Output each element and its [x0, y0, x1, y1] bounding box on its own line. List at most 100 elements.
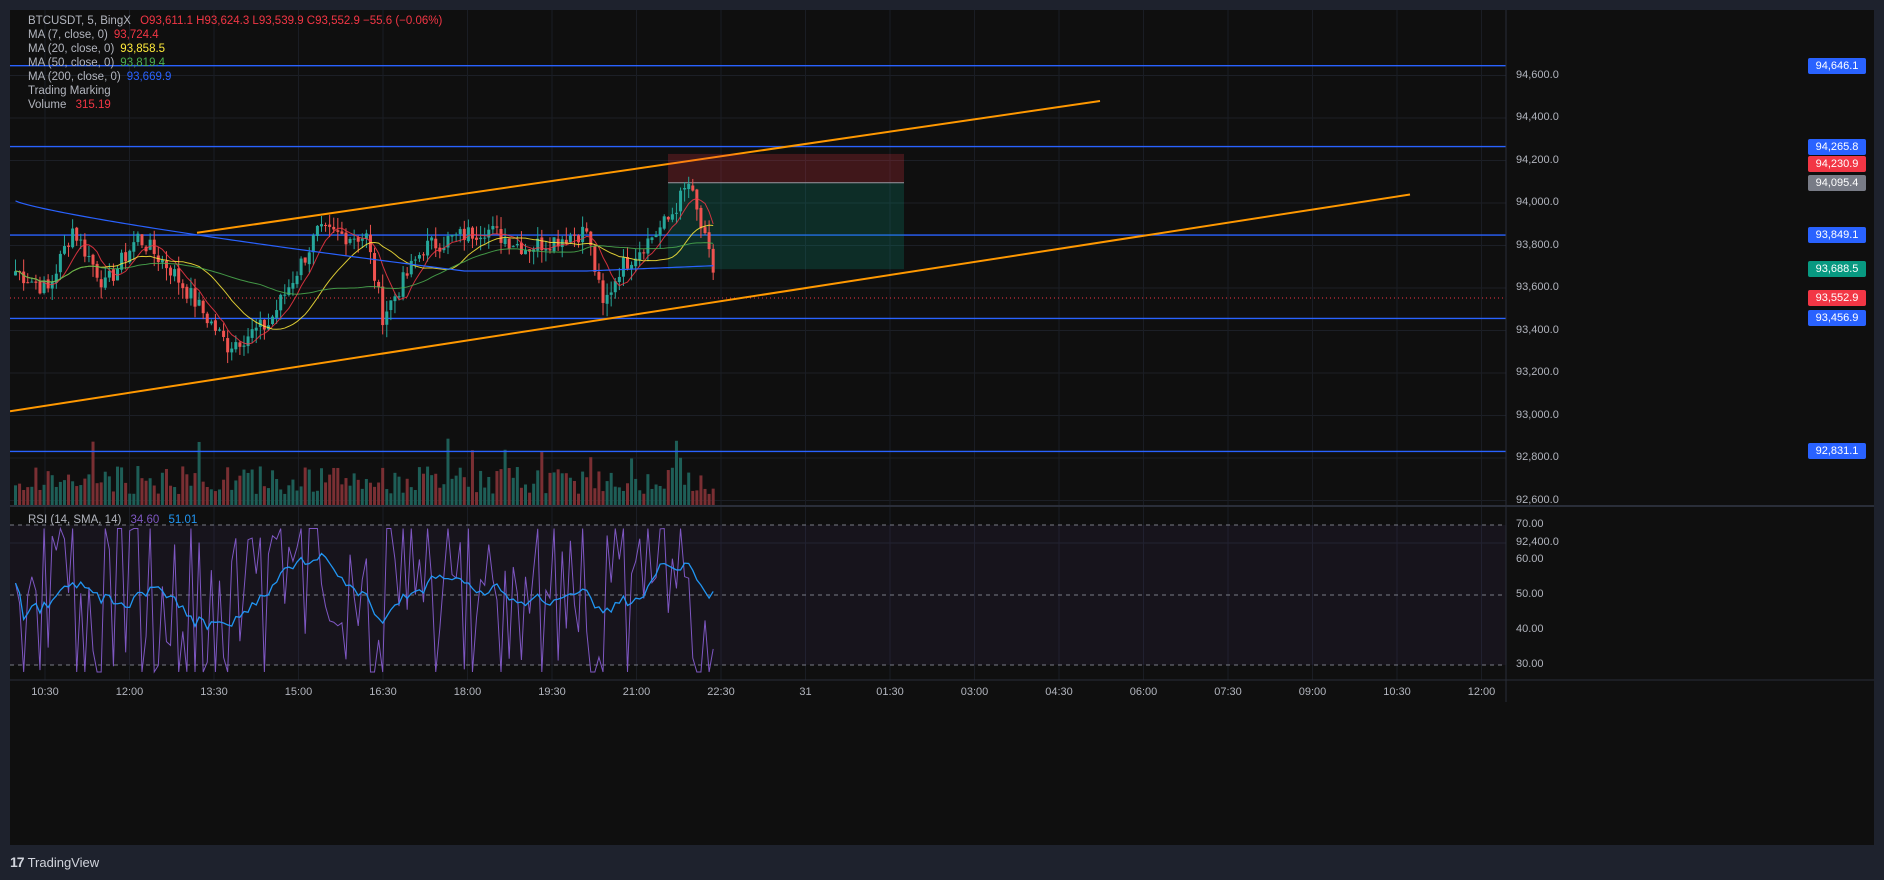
- candle-body: [458, 229, 462, 235]
- symbol-label[interactable]: BTCUSDT, 5, BingX: [28, 15, 131, 27]
- time-tick-label: 09:00: [1298, 686, 1327, 698]
- ma-legend-row[interactable]: MA (20, close, 0) 93,858.5: [28, 42, 165, 57]
- volume-legend[interactable]: Volume 315.19: [28, 98, 111, 113]
- candle-body: [422, 254, 425, 256]
- ma-label: MA (200, close, 0): [28, 71, 121, 83]
- time-tick-label: 06:00: [1129, 686, 1158, 698]
- volume-bar: [499, 469, 503, 506]
- candle-body: [711, 248, 715, 273]
- candle-body: [275, 310, 279, 318]
- ma-legend-row[interactable]: MA (200, close, 0) 93,669.9: [28, 70, 171, 85]
- candle-body: [164, 261, 168, 269]
- candle-body: [401, 272, 405, 297]
- candle-body: [385, 311, 389, 325]
- price-badge[interactable]: 94,265.8: [1808, 138, 1866, 155]
- volume-bar: [430, 475, 434, 506]
- price-tick-label: 94,400.0: [1516, 111, 1559, 123]
- volume-bar: [22, 489, 26, 506]
- volume-bar: [401, 492, 405, 506]
- volume-bar: [666, 470, 670, 506]
- tradingview-logo[interactable]: 17 TradingView: [10, 854, 99, 870]
- volume-bar: [385, 489, 389, 506]
- volume-bar: [156, 493, 160, 506]
- candle-body: [234, 342, 238, 350]
- volume-bar: [552, 472, 556, 506]
- volume-bar: [511, 477, 515, 506]
- volume-bar: [479, 470, 483, 506]
- volume-bar: [368, 482, 372, 506]
- candle-body: [295, 275, 299, 285]
- trading-marking-label[interactable]: Trading Marking: [28, 84, 111, 99]
- volume-bar: [536, 470, 540, 506]
- candle-body: [111, 269, 115, 281]
- candle-body: [507, 238, 511, 249]
- symbol-legend[interactable]: BTCUSDT, 5, BingX O93,611.1 H93,624.3 L9…: [28, 14, 442, 29]
- volume-bar: [544, 493, 548, 506]
- candle-body: [430, 237, 434, 241]
- candle-body: [26, 282, 30, 284]
- candle-body: [360, 238, 364, 241]
- price-badge[interactable]: 93,456.9: [1808, 310, 1866, 327]
- candle-body: [71, 228, 75, 248]
- candle-body: [483, 237, 487, 239]
- volume-bar: [348, 485, 352, 506]
- candle-body: [597, 272, 601, 280]
- candle-body: [262, 319, 266, 330]
- price-badge[interactable]: 94,646.1: [1808, 57, 1866, 74]
- candle-body: [666, 216, 670, 220]
- candle-body: [605, 294, 609, 304]
- candle-body: [58, 253, 62, 273]
- candle-body: [22, 271, 26, 284]
- volume-bar: [254, 493, 258, 506]
- candle-body: [413, 259, 417, 261]
- candle-body: [140, 234, 144, 246]
- price-badge[interactable]: 93,849.1: [1808, 227, 1866, 244]
- volume-bar: [413, 490, 417, 506]
- price-badge[interactable]: 92,831.1: [1808, 443, 1866, 460]
- volume-bar: [670, 467, 674, 506]
- time-tick-label: 07:30: [1214, 686, 1242, 698]
- candle-body: [152, 239, 156, 254]
- candle-body: [475, 237, 479, 240]
- ma-legend-row[interactable]: MA (50, close, 0) 93,819.4: [28, 56, 165, 71]
- candle-body: [670, 214, 674, 220]
- volume-bar: [279, 489, 283, 506]
- ma-value: 93,858.5: [120, 43, 166, 55]
- candle-body: [552, 237, 556, 252]
- candle-body: [75, 227, 79, 241]
- price-badge[interactable]: 94,230.9: [1808, 155, 1866, 172]
- volume-bar: [83, 478, 87, 506]
- candle-body: [120, 252, 124, 270]
- volume-bar: [340, 484, 344, 506]
- price-badge[interactable]: 94,095.4: [1808, 174, 1866, 191]
- candle-body: [568, 235, 572, 243]
- volume-bar: [585, 477, 589, 506]
- tv-logo-icon: 17: [10, 854, 25, 870]
- volume-bar: [160, 472, 164, 506]
- candle-body: [185, 286, 189, 299]
- volume-bar: [307, 469, 311, 506]
- chart-frame[interactable]: BTCUSDT, 5, BingX O93,611.1 H93,624.3 L9…: [10, 10, 1874, 845]
- ma-20-line: [15, 224, 714, 330]
- volume-bar: [271, 470, 275, 506]
- candle-body: [511, 246, 515, 248]
- volume-bars: [14, 438, 715, 506]
- volume-bar: [42, 484, 46, 506]
- price-badge[interactable]: 93,552.9: [1808, 290, 1866, 306]
- volume-bar: [422, 473, 425, 506]
- volume-bar: [193, 473, 197, 506]
- ma-legend-row[interactable]: MA (7, close, 0) 93,724.4: [28, 28, 159, 43]
- rsi-tick-label: 50.00: [1516, 588, 1544, 600]
- chart-canvas[interactable]: [10, 10, 1874, 845]
- rsi-legend[interactable]: RSI (14, SMA, 14) 34.60 51.01: [28, 513, 197, 528]
- volume-bar: [58, 481, 62, 506]
- price-badge[interactable]: 93,688.5: [1808, 261, 1866, 278]
- volume-bar: [462, 477, 466, 506]
- candle-body: [213, 320, 217, 331]
- volume-bar: [674, 440, 678, 506]
- candle-body: [581, 226, 585, 243]
- volume-bar: [356, 479, 360, 506]
- candle-body: [332, 226, 336, 230]
- candle-body: [83, 239, 87, 257]
- volume-bar: [556, 469, 560, 506]
